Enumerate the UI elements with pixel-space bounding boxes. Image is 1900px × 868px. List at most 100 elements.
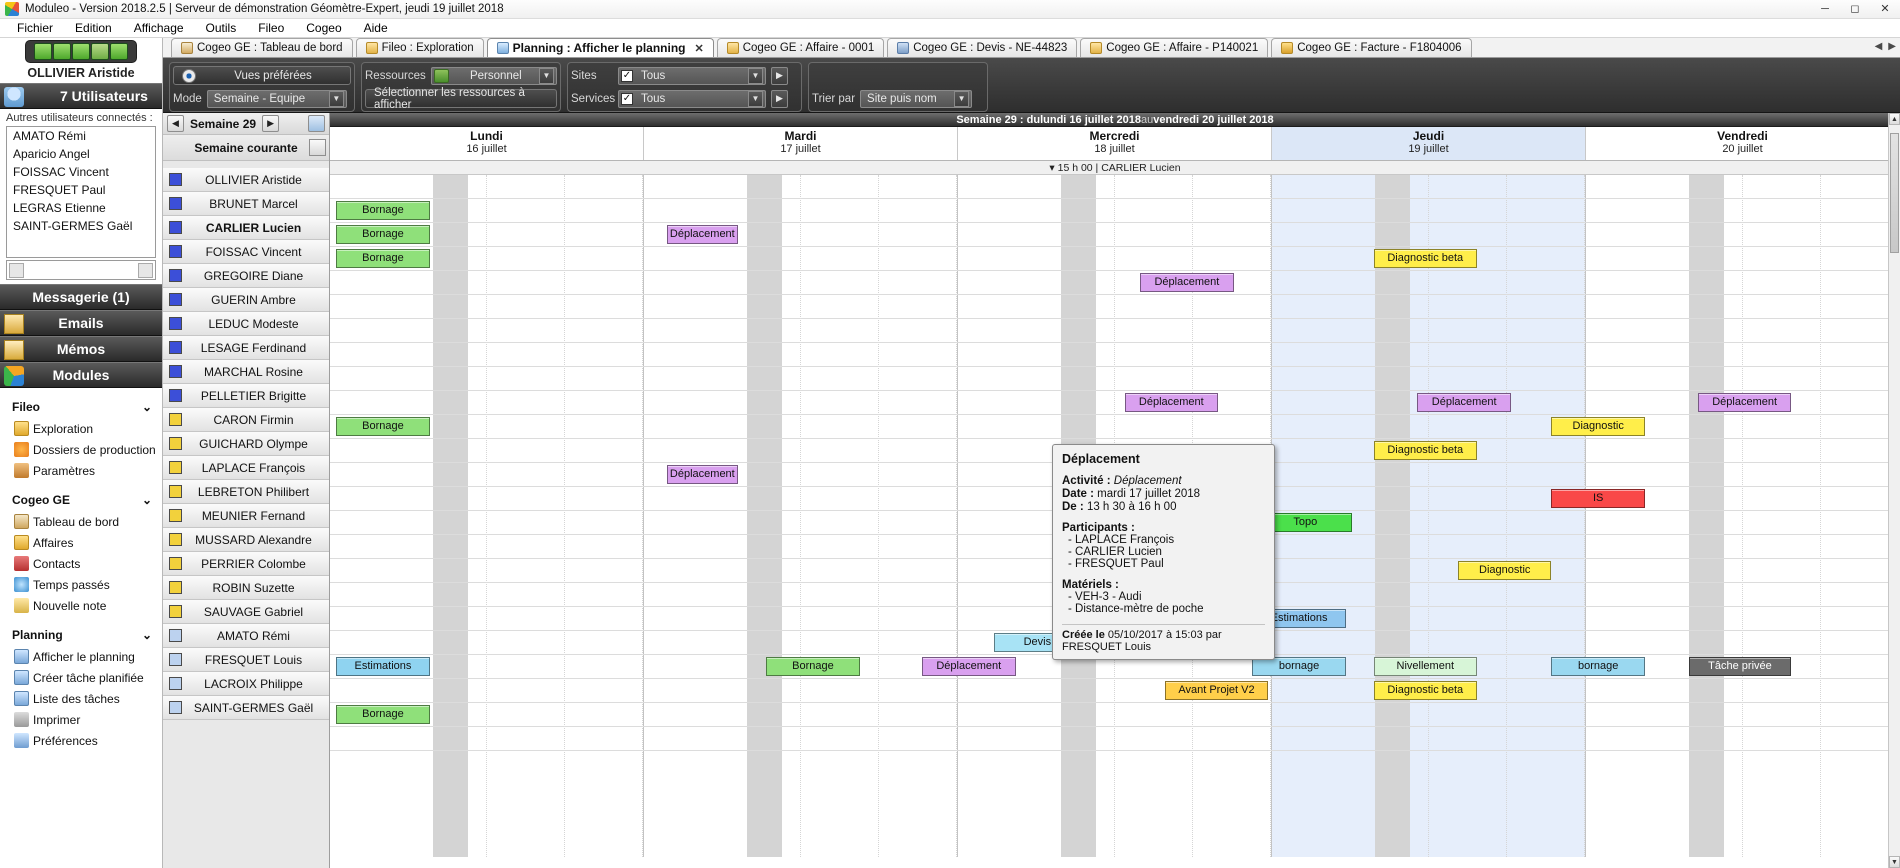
sidebar-item-parametres[interactable]: Paramètres [0,460,162,481]
calendar-event[interactable]: Bornage [336,225,429,244]
sidebar-item-liste-des-taches[interactable]: Liste des tâches [0,688,162,709]
menu-item-affichage[interactable]: Affichage [123,19,195,38]
tab-scroll-right-icon[interactable]: ▶ [1888,41,1896,52]
mode-select[interactable]: Semaine - Equipe ▼ [207,90,347,108]
tab-planning-afficher[interactable]: Planning : Afficher le planning ✕ [487,38,714,57]
tab-scroll-left-icon[interactable]: ◀ [1875,41,1883,52]
calendar-event[interactable]: Estimations [336,657,429,676]
list-item[interactable]: FRESQUET Paul [7,181,155,199]
calendar-icon[interactable] [308,115,325,132]
resource-row[interactable]: LACROIX Philippe [163,672,329,696]
calendar-event[interactable]: bornage [1551,657,1644,676]
sidebar-item-exploration[interactable]: Exploration [0,418,162,439]
resource-row[interactable]: LEDUC Modeste [163,312,329,336]
chevron-down-icon[interactable]: ▼ [539,68,554,84]
tab-facture-f1804006[interactable]: Cogeo GE : Facture - F1804006 [1271,38,1471,57]
messagerie-banner[interactable]: Messagerie (1) [0,284,162,310]
group-header-planning[interactable]: Planning ⌄ [0,624,162,646]
calendar-event[interactable]: Déplacement [1140,273,1233,292]
sidebar-item-temps-passes[interactable]: Temps passés [0,574,162,595]
calendar-event[interactable]: Nivellement [1374,657,1477,676]
close-button[interactable]: ✕ [1870,0,1900,19]
person-icon[interactable] [34,43,52,60]
day-header[interactable]: Vendredi20 juillet [1586,127,1900,160]
next-week-button[interactable]: ▶ [262,115,279,132]
previous-week-button[interactable]: ◀ [167,115,184,132]
services-select[interactable]: ✓ Tous ▼ [618,90,766,108]
calendar-event[interactable]: Avant Projet V2 [1165,681,1268,700]
vertical-scrollbar[interactable]: ▲ ▼ [1888,113,1900,868]
chevron-down-icon[interactable]: ⌄ [142,628,152,642]
menu-item-fichier[interactable]: Fichier [6,19,64,38]
chevron-down-icon[interactable]: ⌄ [142,493,152,507]
minimize-button[interactable]: ─ [1810,0,1840,19]
calendar-event[interactable]: Déplacement [1698,393,1791,412]
checkbox-icon[interactable]: ✓ [621,93,633,105]
email-icon[interactable] [53,43,71,60]
resource-row[interactable]: MUSSARD Alexandre [163,528,329,552]
calendar-event[interactable]: Tâche privée [1689,657,1792,676]
modules-banner[interactable]: Modules [0,362,162,388]
resource-row[interactable]: MEUNIER Fernand [163,504,329,528]
calendar-event[interactable]: Diagnostic beta [1374,441,1477,460]
trier-par-select[interactable]: Site puis nom ▼ [860,90,972,108]
chevron-down-icon[interactable]: ▼ [748,91,763,107]
resource-row[interactable]: FRESQUET Louis [163,648,329,672]
calendar-event[interactable]: Bornage [336,201,429,220]
calendar-event[interactable]: Bornage [336,249,429,268]
calendar-event[interactable]: Diagnostic [1551,417,1644,436]
menu-item-aide[interactable]: Aide [353,19,399,38]
resource-row[interactable]: LAPLACE François [163,456,329,480]
week-options-icon[interactable] [309,139,326,156]
day-header[interactable]: Mercredi18 juillet [958,127,1272,160]
emails-banner[interactable]: Emails [0,310,162,336]
resource-row[interactable]: MARCHAL Rosine [163,360,329,384]
resource-row[interactable]: PERRIER Colombe [163,552,329,576]
resource-row[interactable]: FOISSAC Vincent [163,240,329,264]
calendar-event[interactable]: Déplacement [922,657,1015,676]
sidebar-item-dossiers-production[interactable]: Dossiers de production [0,439,162,460]
list-item[interactable]: FOISSAC Vincent [7,163,155,181]
chevron-down-icon[interactable]: ▼ [329,91,344,107]
calendar-event[interactable]: Déplacement [1125,393,1218,412]
tab-fileo-exploration[interactable]: Fileo : Exploration [356,38,484,57]
list-icon[interactable] [72,43,90,60]
chat-send-icon[interactable] [138,263,153,278]
group-header-cogeo-ge[interactable]: Cogeo GE ⌄ [0,489,162,511]
day-header[interactable]: Lundi16 juillet [330,127,644,160]
calendar-event[interactable]: Bornage [336,705,429,724]
services-go-button[interactable]: ▶ [771,90,788,108]
day-header[interactable]: Jeudi19 juillet [1272,127,1586,160]
select-resources-button[interactable]: Sélectionner les ressources à afficher [365,89,557,108]
sidebar-item-tableau-de-bord[interactable]: Tableau de bord [0,511,162,532]
list-item[interactable]: AMATO Rémi [7,127,155,145]
ressources-select[interactable]: Personnel ▼ [431,67,557,85]
resource-row[interactable]: LESAGE Ferdinand [163,336,329,360]
menu-item-outils[interactable]: Outils [195,19,248,38]
calendar-event[interactable]: Bornage [336,417,429,436]
menu-item-edition[interactable]: Edition [64,19,123,38]
resource-row[interactable]: GUICHARD Olympe [163,432,329,456]
sites-select[interactable]: ✓ Tous ▼ [618,67,766,85]
resource-row[interactable]: GUERIN Ambre [163,288,329,312]
resource-row[interactable]: PELLETIER Brigitte [163,384,329,408]
calendar-event[interactable]: Bornage [766,657,859,676]
users-banner[interactable]: 7 Utilisateurs [0,83,162,109]
tab-tableau-de-bord[interactable]: Cogeo GE : Tableau de bord [171,38,353,57]
vues-preferees-button[interactable]: Vues préférées [173,66,351,85]
calendar-event[interactable]: IS [1551,489,1644,508]
menu-item-fileo[interactable]: Fileo [247,19,295,38]
calendar-event[interactable]: Diagnostic [1458,561,1551,580]
sites-go-button[interactable]: ▶ [771,67,788,85]
group-header-fileo[interactable]: Fileo ⌄ [0,396,162,418]
resource-row[interactable]: ROBIN Suzette [163,576,329,600]
memos-banner[interactable]: Mémos [0,336,162,362]
chat-bubble-icon[interactable] [9,263,24,278]
chevron-down-icon[interactable]: ▼ [748,68,763,84]
current-week-button[interactable]: Semaine courante [163,135,329,161]
chevron-down-icon[interactable]: ⌄ [142,400,152,414]
resource-row[interactable]: AMATO Rémi [163,624,329,648]
sidebar-item-imprimer[interactable]: Imprimer [0,709,162,730]
resource-row[interactable]: BRUNET Marcel [163,192,329,216]
maximize-button[interactable]: ◻ [1840,0,1870,19]
